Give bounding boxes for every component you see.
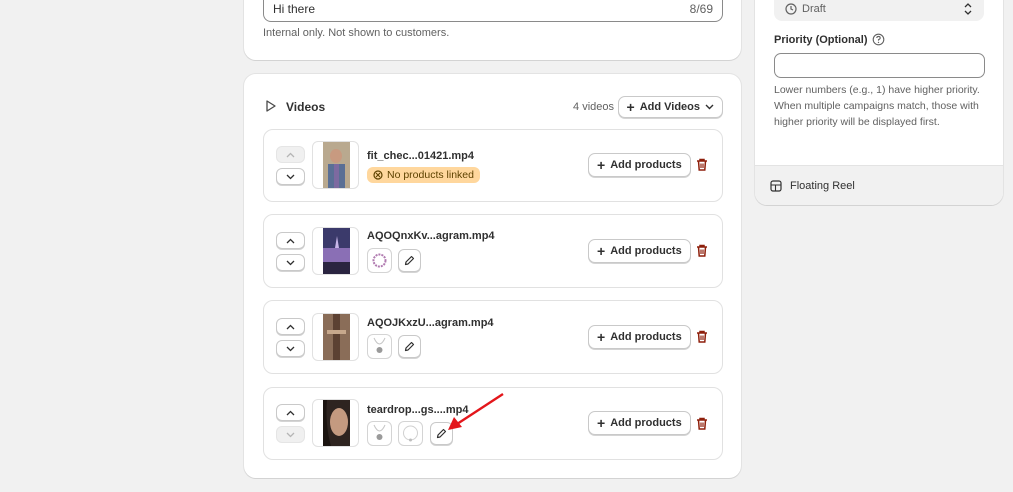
necklace-icon: [373, 337, 386, 353]
status-badge: No products linked: [367, 167, 480, 183]
video-thumbnail[interactable]: [312, 399, 359, 447]
move-up-button[interactable]: [276, 146, 305, 163]
add-products-label: Add products: [610, 331, 682, 343]
settings-sidebar: Draft Priority (Optional) Lower numbers …: [755, 0, 1003, 205]
annotation-arrow-icon: [448, 392, 504, 430]
message-input-value: Hi there: [273, 2, 316, 16]
move-up-button[interactable]: [276, 232, 305, 249]
add-products-button[interactable]: + Add products: [588, 411, 691, 435]
move-down-button[interactable]: [276, 168, 305, 185]
move-down-button[interactable]: [276, 254, 305, 271]
move-down-button[interactable]: [276, 340, 305, 357]
badge-label: No products linked: [387, 169, 474, 181]
status-select-value: Draft: [802, 3, 826, 15]
trash-icon[interactable]: [696, 417, 708, 430]
video-thumbnail[interactable]: [312, 227, 359, 275]
priority-label: Priority (Optional): [774, 34, 868, 46]
trash-icon[interactable]: [696, 244, 708, 257]
play-icon: [266, 100, 276, 112]
move-up-button[interactable]: [276, 318, 305, 335]
character-counter: 8/69: [689, 2, 713, 16]
chevron-down-icon: [286, 346, 295, 351]
video-thumbnail-image: [323, 314, 350, 360]
message-help-text: Internal only. Not shown to customers.: [263, 27, 450, 39]
chevron-up-icon: [286, 152, 295, 157]
alert-icon: [373, 170, 383, 180]
video-row: AQOQnxKv...agram.mp4 + Add products: [263, 214, 723, 288]
widget-icon: [770, 180, 782, 192]
plus-icon: +: [597, 243, 606, 259]
chevron-down-icon: [705, 104, 714, 110]
necklace-icon: [373, 424, 386, 440]
add-videos-label: Add Videos: [639, 101, 700, 113]
plus-icon: +: [597, 157, 606, 173]
product-thumbnail[interactable]: [398, 421, 423, 446]
chevron-up-icon: [286, 238, 295, 243]
bracelet-icon: [372, 253, 387, 268]
video-thumbnail-image: [323, 400, 350, 446]
widget-type-footer[interactable]: Floating Reel: [755, 165, 1003, 205]
add-products-button[interactable]: + Add products: [588, 325, 691, 349]
chevron-down-icon: [286, 174, 295, 179]
trash-icon[interactable]: [696, 330, 708, 343]
trash-icon[interactable]: [696, 158, 708, 171]
message-card: Hi there 8/69 Internal only. Not shown t…: [244, 0, 741, 60]
chevron-down-icon: [286, 432, 295, 437]
add-products-label: Add products: [610, 417, 682, 429]
edit-products-button[interactable]: [398, 335, 421, 358]
priority-input[interactable]: [774, 53, 985, 78]
pencil-icon: [404, 341, 415, 352]
video-thumbnail-image: [323, 228, 350, 274]
product-thumbnail[interactable]: [367, 248, 392, 273]
question-circle-icon[interactable]: [872, 33, 885, 46]
videos-header: Videos 4 videos + Add Videos: [266, 96, 723, 118]
video-thumbnail[interactable]: [312, 313, 359, 361]
move-down-button[interactable]: [276, 426, 305, 443]
video-thumbnail[interactable]: [312, 141, 359, 189]
video-row: fit_chec...01421.mp4 No products linked …: [263, 129, 723, 202]
plus-icon: +: [626, 99, 635, 115]
plus-icon: +: [597, 415, 606, 431]
add-products-button[interactable]: + Add products: [588, 153, 691, 177]
add-products-label: Add products: [610, 245, 682, 257]
videos-title: Videos: [286, 100, 326, 114]
message-input[interactable]: Hi there 8/69: [263, 0, 723, 22]
product-thumbnail[interactable]: [367, 421, 392, 446]
product-thumbnail[interactable]: [367, 334, 392, 359]
video-row: AQOJKxzU...agram.mp4 + Add products: [263, 300, 723, 374]
video-filename: AQOQnxKv...agram.mp4: [367, 230, 495, 242]
videos-count: 4 videos: [573, 101, 614, 113]
status-select[interactable]: Draft: [774, 0, 984, 21]
widget-type-label: Floating Reel: [790, 180, 855, 192]
priority-help-text: Lower numbers (e.g., 1) have higher prio…: [774, 84, 980, 128]
video-filename: fit_chec...01421.mp4: [367, 150, 475, 162]
pencil-icon: [404, 255, 415, 266]
chevron-up-icon: [286, 324, 295, 329]
plus-icon: +: [597, 329, 606, 345]
add-products-label: Add products: [610, 159, 682, 171]
clock-icon: [785, 3, 797, 15]
chevron-up-icon: [286, 410, 295, 415]
necklace-icon: [403, 425, 418, 442]
add-products-button[interactable]: + Add products: [588, 239, 691, 263]
move-up-button[interactable]: [276, 404, 305, 421]
add-videos-button[interactable]: + Add Videos: [617, 96, 723, 118]
video-filename: AQOJKxzU...agram.mp4: [367, 317, 494, 329]
edit-products-button[interactable]: [398, 249, 421, 272]
chevron-down-icon: [286, 260, 295, 265]
video-thumbnail-image: [323, 142, 350, 188]
select-chevrons-icon: [964, 3, 972, 15]
